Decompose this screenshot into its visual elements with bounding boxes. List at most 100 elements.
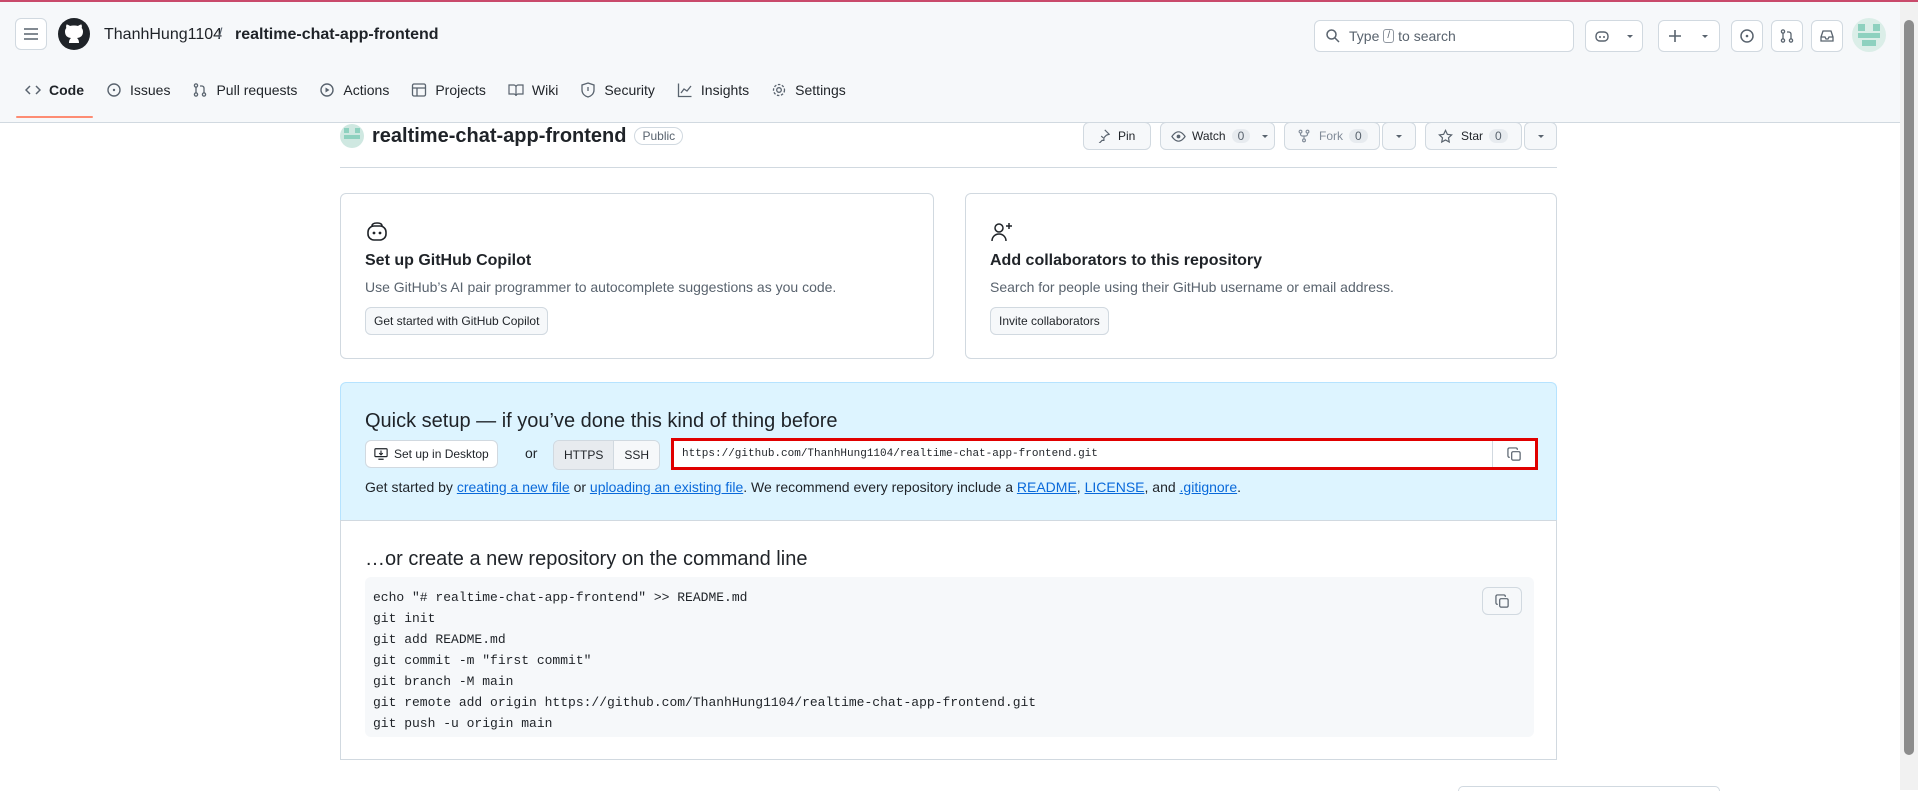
note-period: . [1237,479,1242,495]
setup-in-desktop-button[interactable]: Set up in Desktop [365,440,498,468]
chevron-down-icon [1537,135,1544,138]
pin-label: Pin [1118,129,1136,143]
menu-button[interactable] [15,18,47,50]
quick-setup-title: Quick setup — if you’ve done this kind o… [365,410,838,432]
copilot-icon [1594,31,1609,42]
get-started-copilot-button[interactable]: Get started with GitHub Copilot [365,307,549,335]
copilot-button[interactable] [1585,20,1643,52]
git-pull-request-icon [1780,29,1794,43]
breadcrumb-owner[interactable]: ThanhHung1104 [104,26,222,44]
play-icon [320,83,335,97]
tab-label: Wiki [531,82,559,98]
issue-opened-icon [1740,29,1754,43]
owner-avatar[interactable] [340,124,364,148]
breadcrumb-repo[interactable]: realtime-chat-app-frontend [235,26,439,44]
note-text: or [573,479,587,495]
or-text: or [525,445,538,461]
tab-insights[interactable]: Insights [668,74,758,106]
chevron-down-icon [1626,35,1633,38]
shield-icon [581,82,595,98]
tab-label: Projects [435,82,486,98]
graph-icon [677,83,692,98]
gitignore-link[interactable]: .gitignore [1180,479,1238,495]
tab-label: Issues [130,82,171,98]
inbox-button[interactable] [1811,20,1843,52]
note-text: Get started by [365,479,453,495]
search-placeholder-suffix: to search [1398,28,1456,44]
git-pull-request-icon [194,83,207,97]
star-icon [1438,128,1453,143]
tab-settings[interactable]: Settings [762,74,855,106]
copilot-icon [367,222,387,241]
search-shortcut-key: / [1383,29,1395,43]
copy-url-button[interactable] [1492,441,1535,467]
clone-url-field[interactable]: https://github.com/ThanhHung1104/realtim… [671,438,1538,470]
tab-code[interactable]: Code [16,74,93,118]
fork-label: Fork [1319,129,1343,143]
pull-requests-button[interactable] [1771,20,1803,52]
license-link[interactable]: LICENSE [1085,479,1145,495]
fork-button[interactable]: Fork 0 [1284,122,1380,150]
code-icon [25,85,41,95]
copilot-card-title: Set up GitHub Copilot [365,252,532,269]
watch-label: Watch [1192,129,1226,143]
invite-collaborators-button[interactable]: Invite collaborators [990,307,1109,335]
chevron-down-icon [1702,35,1708,38]
ssh-option[interactable]: SSH [614,441,660,469]
scrollbar-thumb[interactable] [1904,20,1914,755]
copy-commands-button[interactable] [1482,587,1522,615]
person-add-icon [991,223,1012,242]
star-count: 0 [1489,129,1508,143]
star-button[interactable]: Star 0 [1425,122,1522,150]
search-placeholder-prefix: Type [1349,28,1380,44]
creating-new-file-link[interactable]: creating a new file [457,479,570,495]
uploading-existing-file-link[interactable]: uploading an existing file [590,479,743,495]
tab-label: Pull requests [216,82,298,98]
search-input[interactable]: Type / to search [1314,20,1574,52]
watch-button[interactable]: Watch 0 [1160,122,1275,150]
copilot-card-description: Use GitHub’s AI pair programmer to autoc… [365,279,837,295]
pin-button[interactable]: Pin [1083,122,1151,150]
book-icon [508,84,524,97]
quick-setup-panel: Quick setup — if you’ve done this kind o… [340,382,1557,520]
partial-popup [1458,786,1720,791]
fork-dropdown-button[interactable] [1382,122,1416,150]
tab-projects[interactable]: Projects [402,74,495,106]
gear-icon [773,83,786,97]
repo-title: realtime-chat-app-frontend Public [340,124,684,148]
identicon-icon [344,128,360,139]
divider [340,167,1557,168]
readme-link[interactable]: README [1017,479,1077,495]
issue-opened-icon [107,83,121,97]
collaborators-card-title: Add collaborators to this repository [990,252,1263,269]
repo-forked-icon [1298,129,1310,143]
tab-wiki[interactable]: Wiki [499,74,567,106]
hamburger-icon [24,28,38,40]
note-text: . We recommend every repository include … [743,479,1013,495]
star-dropdown-button[interactable] [1524,122,1557,150]
quick-setup-note: Get started by creating a new file or up… [365,479,1241,495]
github-logo-icon[interactable] [58,18,90,50]
create-new-button[interactable] [1658,20,1720,52]
setup-in-desktop-label: Set up in Desktop [394,447,489,461]
clone-url-value[interactable]: https://github.com/ThanhHung1104/realtim… [674,448,1492,460]
tab-pull-requests[interactable]: Pull requests [183,74,306,106]
issues-button[interactable] [1731,20,1763,52]
https-option[interactable]: HTTPS [554,441,615,469]
tab-issues[interactable]: Issues [97,74,179,106]
tab-actions[interactable]: Actions [310,74,398,106]
plus-icon [1669,30,1681,42]
command-line-code[interactable]: echo "# realtime-chat-app-frontend" >> R… [373,587,1036,734]
tab-security[interactable]: Security [571,74,664,106]
note-text: , and [1144,479,1176,495]
note-comma: , [1076,479,1081,495]
repo-name[interactable]: realtime-chat-app-frontend [372,125,626,148]
user-avatar[interactable] [1852,18,1886,52]
protocol-toggle: HTTPS SSH [553,440,661,470]
repo-nav-tabs: Code Issues Pull requests Actions Projec… [16,70,859,118]
copilot-card: Set up GitHub Copilot Use GitHub’s AI pa… [340,193,934,359]
tab-label: Code [49,82,84,98]
pin-icon [1098,129,1110,143]
command-line-title: …or create a new repository on the comma… [365,548,808,570]
code-block: echo "# realtime-chat-app-frontend" >> R… [365,577,1534,737]
